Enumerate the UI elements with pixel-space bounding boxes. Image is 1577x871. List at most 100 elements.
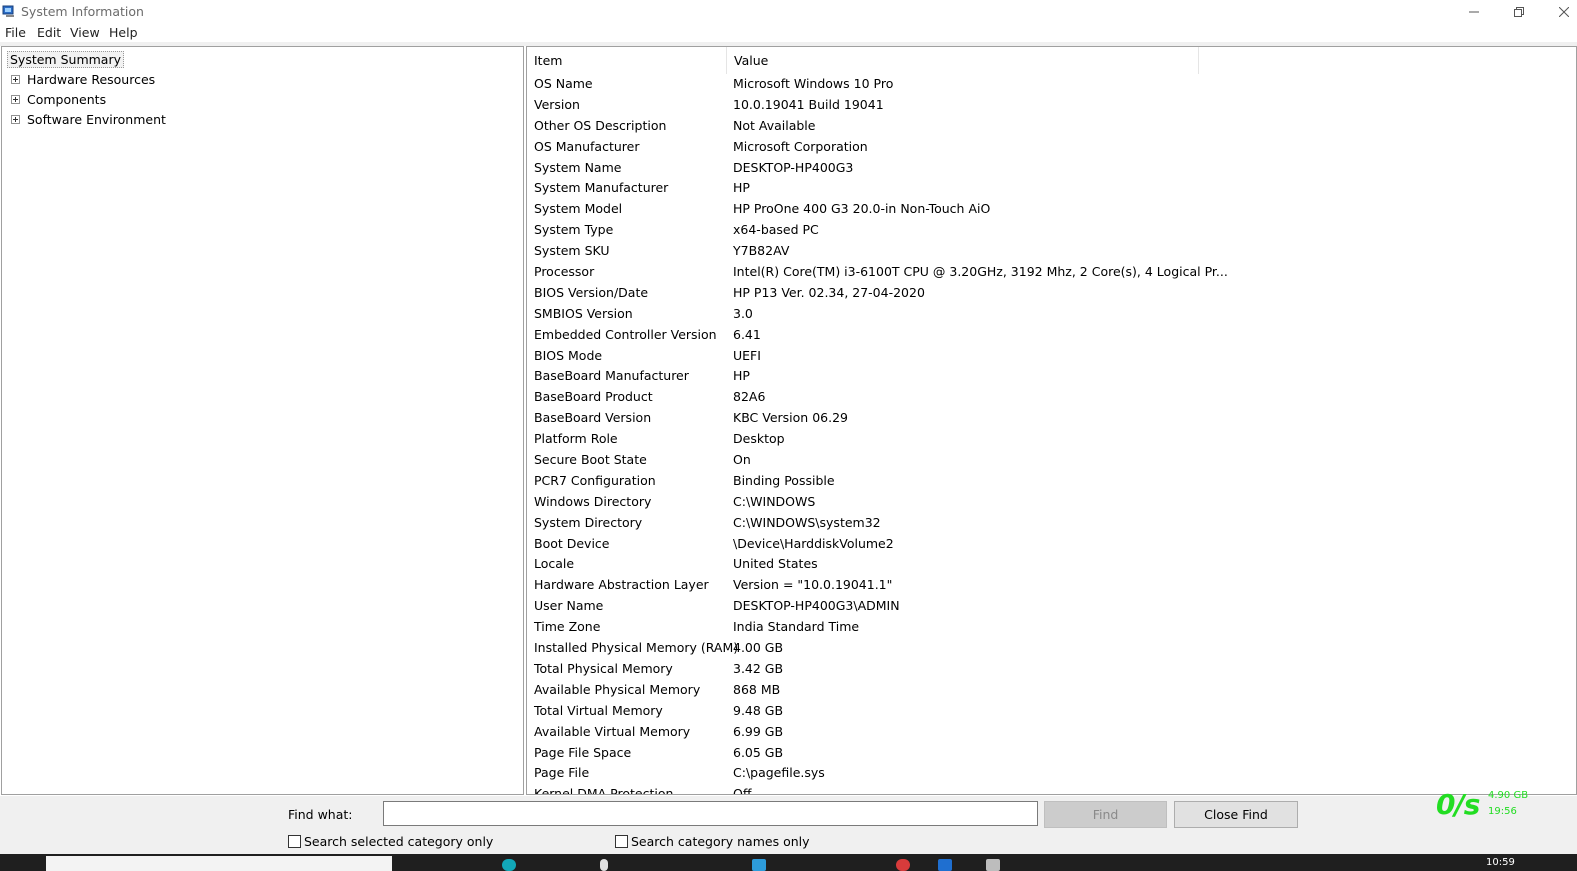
row-item: Page File xyxy=(534,765,590,781)
row-item: Other OS Description xyxy=(534,117,667,133)
row-value: 3.0 xyxy=(733,305,753,321)
table-row[interactable]: Kernel DMA Protection Off xyxy=(527,784,1576,795)
table-row[interactable]: Platform Role Desktop xyxy=(527,429,1576,450)
row-value: HP xyxy=(733,180,750,196)
restore-button[interactable] xyxy=(1496,0,1542,24)
row-value: On xyxy=(733,452,751,468)
table-row[interactable]: Locale United States xyxy=(527,554,1576,575)
table-row[interactable]: Boot Device \Device\HarddiskVolume2 xyxy=(527,534,1576,555)
table-row[interactable]: OS Name Microsoft Windows 10 Pro xyxy=(527,74,1576,95)
table-row[interactable]: Windows Directory C:\WINDOWS xyxy=(527,492,1576,513)
table-row[interactable]: System Name DESKTOP-HP400G3 xyxy=(527,158,1576,179)
row-item: System Name xyxy=(534,159,622,175)
row-value: 82A6 xyxy=(733,389,766,405)
find-bar: Find what: Find Close Find Search select… xyxy=(0,796,1577,854)
minimize-button[interactable] xyxy=(1451,0,1497,24)
restore-icon xyxy=(1514,7,1524,17)
details-list[interactable]: Item Value OS Name Microsoft Windows 10 P… xyxy=(526,46,1577,795)
search-selected-category-checkbox[interactable]: Search selected category only xyxy=(288,834,493,849)
row-value: 3.42 GB xyxy=(733,660,784,676)
row-value: C:\WINDOWS\system32 xyxy=(733,514,881,530)
table-row[interactable]: System Type x64-based PC xyxy=(527,220,1576,241)
menu-view[interactable]: View xyxy=(70,25,100,40)
table-row[interactable]: Total Virtual Memory 9.48 GB xyxy=(527,701,1576,722)
taskbar-search-box[interactable] xyxy=(46,856,392,871)
close-find-button[interactable]: Close Find xyxy=(1174,801,1298,828)
list-header: Item Value xyxy=(527,47,1576,74)
table-row[interactable]: BaseBoard Product 82A6 xyxy=(527,387,1576,408)
table-row[interactable]: BIOS Mode UEFI xyxy=(527,346,1576,367)
expand-icon[interactable] xyxy=(11,94,20,104)
menu-help[interactable]: Help xyxy=(109,25,138,40)
app-icon[interactable] xyxy=(752,859,766,871)
system-information-taskbar-icon[interactable] xyxy=(986,859,1000,871)
find-button[interactable]: Find xyxy=(1044,801,1167,828)
table-row[interactable]: PCR7 Configuration Binding Possible xyxy=(527,471,1576,492)
row-value: DESKTOP-HP400G3\ADMIN xyxy=(733,598,900,614)
menu-file[interactable]: File xyxy=(5,25,26,40)
menu-edit[interactable]: Edit xyxy=(37,25,61,40)
outlook-icon[interactable] xyxy=(938,859,952,871)
taskbar: 10:59 xyxy=(0,854,1577,871)
row-value: x64-based PC xyxy=(733,222,819,238)
table-row[interactable]: Total Physical Memory 3.42 GB xyxy=(527,659,1576,680)
chrome-icon[interactable] xyxy=(896,859,910,871)
row-item: Kernel DMA Protection xyxy=(534,786,674,795)
table-row[interactable]: OS Manufacturer Microsoft Corporation xyxy=(527,137,1576,158)
table-row[interactable]: SMBIOS Version 3.0 xyxy=(527,304,1576,325)
checkbox-box[interactable] xyxy=(615,835,628,848)
search-category-names-checkbox[interactable]: Search category names only xyxy=(615,834,810,849)
row-value: KBC Version 06.29 xyxy=(733,410,848,426)
table-row[interactable]: Secure Boot State On xyxy=(527,450,1576,471)
row-value: 4.00 GB xyxy=(733,640,784,656)
find-label: Find what: xyxy=(288,807,353,822)
table-row[interactable]: Installed Physical Memory (RAM) 4.00 GB xyxy=(527,638,1576,659)
expand-icon[interactable] xyxy=(11,74,20,84)
table-row[interactable]: Available Physical Memory 868 MB xyxy=(527,680,1576,701)
row-value: DESKTOP-HP400G3 xyxy=(733,159,854,175)
table-row[interactable]: Hardware Abstraction Layer Version = "10.… xyxy=(527,575,1576,596)
table-row[interactable]: Other OS Description Not Available xyxy=(527,116,1576,137)
row-value: 868 MB xyxy=(733,681,781,697)
row-item: System Manufacturer xyxy=(534,180,669,196)
column-header-value[interactable]: Value xyxy=(727,47,1199,74)
row-item: OS Manufacturer xyxy=(534,138,640,154)
table-row[interactable]: Embedded Controller Version 6.41 xyxy=(527,325,1576,346)
table-row[interactable]: Version 10.0.19041 Build 19041 xyxy=(527,95,1576,116)
row-item: Version xyxy=(534,96,580,112)
table-row[interactable]: BIOS Version/Date HP P13 Ver. 02.34, 27-0… xyxy=(527,283,1576,304)
table-row[interactable]: Available Virtual Memory 6.99 GB xyxy=(527,722,1576,743)
table-row[interactable]: System Manufacturer HP xyxy=(527,178,1576,199)
find-input[interactable] xyxy=(383,801,1038,826)
taskview-icon[interactable] xyxy=(600,859,608,871)
tree-item-components[interactable]: Components xyxy=(11,91,106,107)
tree-item-hardware-resources[interactable]: Hardware Resources xyxy=(11,71,155,87)
table-row[interactable]: System SKU Y7B82AV xyxy=(527,241,1576,262)
checkbox-box[interactable] xyxy=(288,835,301,848)
table-row[interactable]: System Directory C:\WINDOWS\system32 xyxy=(527,513,1576,534)
close-icon xyxy=(1559,7,1569,17)
net-data-size: 4.90 GB xyxy=(1488,790,1529,801)
table-row[interactable]: User Name DESKTOP-HP400G3\ADMIN xyxy=(527,596,1576,617)
table-row[interactable]: BaseBoard Version KBC Version 06.29 xyxy=(527,408,1576,429)
row-value: Binding Possible xyxy=(733,472,835,488)
tree-item-software-environment[interactable]: Software Environment xyxy=(11,111,166,127)
table-row[interactable]: Time Zone India Standard Time xyxy=(527,617,1576,638)
table-row[interactable]: BaseBoard Manufacturer HP xyxy=(527,366,1576,387)
row-item: Processor xyxy=(534,264,595,280)
tree-item-system-summary[interactable]: System Summary xyxy=(7,51,124,68)
row-item: Hardware Abstraction Layer xyxy=(534,577,709,593)
tree-item-label: Components xyxy=(27,91,107,107)
close-button[interactable] xyxy=(1541,0,1577,24)
row-value: 6.41 xyxy=(733,326,761,342)
column-header-item[interactable]: Item xyxy=(527,47,727,74)
expand-icon[interactable] xyxy=(11,114,20,124)
edge-icon[interactable] xyxy=(502,859,516,871)
table-row[interactable]: System Model HP ProOne 400 G3 20.0-in Non… xyxy=(527,199,1576,220)
row-value: 9.48 GB xyxy=(733,702,784,718)
row-value: India Standard Time xyxy=(733,619,860,635)
table-row[interactable]: Processor Intel(R) Core(TM) i3-6100T CPU … xyxy=(527,262,1576,283)
table-row[interactable]: Page File C:\pagefile.sys xyxy=(527,763,1576,784)
table-row[interactable]: Page File Space 6.05 GB xyxy=(527,743,1576,764)
category-tree[interactable]: System Summary Hardware Resources Compon… xyxy=(1,46,524,795)
